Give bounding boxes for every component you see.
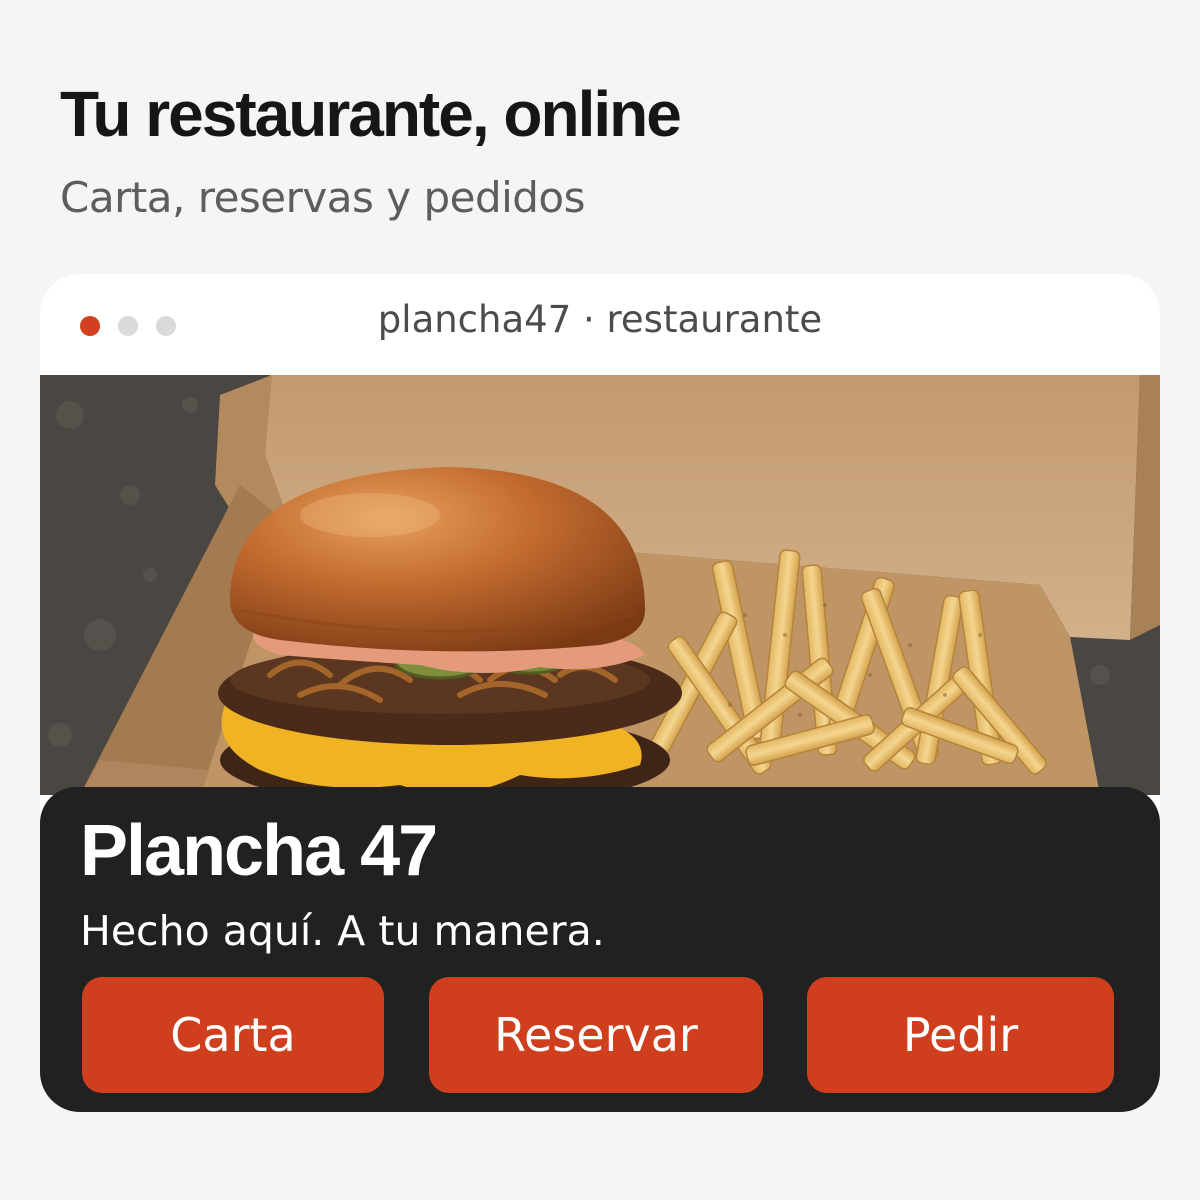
browser-title-bar: plancha47 · restaurante [40, 274, 1160, 375]
reservar-button[interactable]: Reservar [429, 977, 763, 1093]
carta-button[interactable]: Carta [82, 977, 384, 1093]
restaurant-name: Plancha 47 [80, 811, 438, 891]
restaurant-site-preview-card: plancha47 · restaurante Plancha 47 Hecho… [40, 274, 1160, 1112]
page-title: Tu restaurante, online [60, 78, 682, 150]
restaurant-tagline: Hecho aquí. A tu manera. [80, 907, 605, 955]
page-subtitle: Carta, reservas y pedidos [60, 173, 586, 222]
restaurant-info-panel: Plancha 47 Hecho aquí. A tu manera. Cart… [40, 787, 1160, 1112]
address-bar-url: plancha47 · restaurante [377, 298, 823, 341]
burger-fries-illustration [40, 375, 1160, 795]
pedir-button[interactable]: Pedir [807, 977, 1114, 1093]
hero-food-image [40, 375, 1160, 795]
